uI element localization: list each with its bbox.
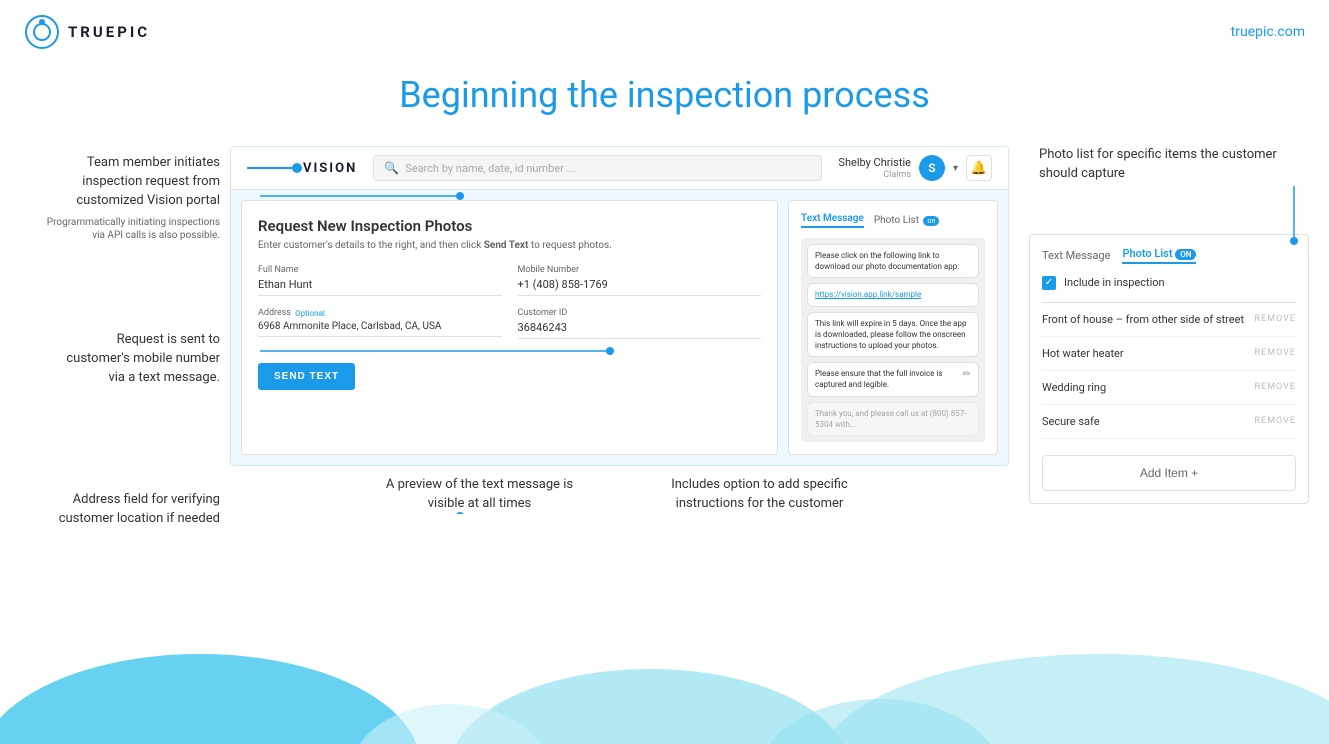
vision-logo-text: VISION (303, 161, 357, 176)
subtitle-before: Enter customer's details to the right, a… (258, 240, 481, 251)
photo-item-4-name: Secure safe (1042, 415, 1100, 428)
annotation1-sub: Programmatically initiating inspections … (35, 216, 220, 242)
photo-list-panel: Text Message Photo List ON ✓ Include in … (1029, 234, 1309, 504)
photo-item-3-name: Wedding ring (1042, 381, 1106, 394)
include-inspection-row[interactable]: ✓ Include in inspection (1042, 276, 1296, 290)
address-label: Address (258, 308, 291, 318)
pl-tab-text-message[interactable]: Text Message (1042, 249, 1110, 262)
photo-list-tabs: Text Message Photo List ON (1042, 247, 1296, 264)
subtitle-bold: Send Text (484, 240, 529, 251)
add-item-button[interactable]: Add Item + (1042, 455, 1296, 491)
full-name-value: Ethan Hunt (258, 278, 502, 296)
left-annotations: Team member initiates inspection request… (20, 146, 230, 626)
photo-item-3-remove[interactable]: REMOVE (1255, 382, 1296, 392)
truepic-logo-icon (24, 14, 60, 50)
form-row-2: Address Optional 6968 Ammonite Place, Ca… (258, 308, 761, 339)
chevron-down-icon: ▾ (953, 163, 958, 174)
photo-item-4-remove[interactable]: REMOVE (1255, 416, 1296, 426)
vision-header: VISION 🔍 Search by name, date, id number… (231, 147, 1008, 190)
include-checkbox[interactable]: ✓ (1042, 276, 1056, 290)
form-title: Request New Inspection Photos (258, 217, 761, 235)
mobile-value: +1 (408) 858-1769 (518, 278, 762, 296)
annotation1-main: Team member initiates inspection request… (35, 154, 220, 211)
inspection-form: Request New Inspection Photos Enter cust… (241, 200, 778, 455)
photo-item-1-name: Front of house – from other side of stre… (1042, 313, 1244, 326)
photo-items-list: Front of house – from other side of stre… (1042, 302, 1296, 439)
right-panel: Photo list for specific items the custom… (1029, 146, 1309, 504)
message-4: Please ensure that the full invoice is c… (807, 362, 979, 396)
bottom-annotation-1-text: Includes option to add specific instruct… (660, 476, 860, 514)
messages-container: Please click on the following link to do… (801, 238, 985, 442)
mobile-label: Mobile Number (518, 265, 762, 275)
right-annotation-arrow (1279, 186, 1309, 246)
form-area: Request New Inspection Photos Enter cust… (231, 190, 1008, 465)
full-name-field: Full Name Ethan Hunt (258, 265, 502, 296)
user-role: Claims (838, 170, 911, 180)
bottom-annotation-1: Includes option to add specific instruct… (660, 476, 860, 514)
photo-item-1: Front of house – from other side of stre… (1042, 303, 1296, 337)
user-area: Shelby Christie Claims S ▾ 🔔 (838, 155, 992, 181)
include-label: Include in inspection (1064, 276, 1165, 289)
logo: TRUEPIC (24, 14, 150, 50)
customer-id-field: Customer ID 36846243 (518, 308, 762, 339)
annotation-address: Address field for verifying customer loc… (55, 491, 220, 529)
address-value: 6968 Ammonite Place, Carlsbad, CA, USA (258, 321, 502, 337)
pl-badge: ON (1175, 249, 1196, 260)
photo-item-2: Hot water heater REMOVE (1042, 337, 1296, 371)
right-annotation: Photo list for specific items the custom… (1029, 146, 1309, 184)
message-4-text: Please ensure that the full invoice is c… (815, 368, 959, 390)
waves-svg (0, 614, 1329, 744)
form-row-1: Full Name Ethan Hunt Mobile Number +1 (4… (258, 265, 761, 296)
bottom-waves (0, 614, 1329, 744)
vision-portal: VISION 🔍 Search by name, date, id number… (230, 146, 1009, 466)
app-header: TRUEPIC truepic.com (0, 0, 1329, 64)
annotation-request-sent: Request is sent to customer's mobile num… (55, 331, 220, 388)
message-1: Please click on the following link to do… (807, 244, 979, 278)
address-field: Address Optional 6968 Ammonite Place, Ca… (258, 308, 502, 339)
preview-tabs: Text Message Photo List on (801, 213, 985, 228)
send-text-button[interactable]: SEND TEXT (258, 363, 355, 390)
customer-id-label: Customer ID (518, 308, 762, 318)
customer-id-value: 36846243 (518, 321, 762, 339)
annotation2-main: Request is sent to customer's mobile num… (55, 331, 220, 388)
vision-logo: VISION (247, 161, 357, 176)
message-3: This link will expire in 5 days. Once th… (807, 312, 979, 358)
site-link[interactable]: truepic.com (1231, 24, 1305, 40)
tab-text-message[interactable]: Text Message (801, 213, 864, 228)
subtitle-after: to request photos. (531, 240, 612, 251)
full-name-label: Full Name (258, 265, 502, 275)
bottom-annotation-2: A preview of the text message is visible… (380, 476, 580, 514)
edit-icon[interactable]: ✏ (963, 368, 971, 382)
photo-item-2-name: Hot water heater (1042, 347, 1124, 360)
annotation3-main: Address field for verifying customer loc… (55, 491, 220, 529)
vision-search[interactable]: 🔍 Search by name, date, id number ... (373, 155, 822, 181)
user-name: Shelby Christie (838, 156, 911, 169)
bottom-annotations: A preview of the text message is visible… (230, 476, 1009, 514)
page-title: Beginning the inspection process (0, 74, 1329, 116)
bottom-annotation-2-text: A preview of the text message is visible… (380, 476, 580, 514)
photo-list-badge: on (923, 216, 939, 226)
pl-tab-photo-list[interactable]: Photo List ON (1122, 247, 1196, 264)
photo-item-2-remove[interactable]: REMOVE (1255, 348, 1296, 358)
photo-item-4: Secure safe REMOVE (1042, 405, 1296, 439)
notification-bell[interactable]: 🔔 (966, 155, 992, 181)
annotation-team-member: Team member initiates inspection request… (35, 154, 220, 242)
photo-item-1-remove[interactable]: REMOVE (1255, 314, 1296, 324)
form-subtitle: Enter customer's details to the right, a… (258, 240, 761, 251)
logo-text: TRUEPIC (68, 23, 150, 41)
message-2: https://vision.app.link/sample (807, 283, 979, 306)
message-5: Thank you, and please call us at (800) 8… (807, 402, 979, 436)
center-mockup: VISION 🔍 Search by name, date, id number… (230, 146, 1009, 514)
search-icon: 🔍 (384, 161, 399, 175)
mobile-field: Mobile Number +1 (408) 858-1769 (518, 265, 762, 296)
tab-photo-list[interactable]: Photo List on (874, 215, 939, 226)
text-preview-panel: Text Message Photo List on Please click … (788, 200, 998, 455)
search-placeholder: Search by name, date, id number ... (405, 162, 575, 175)
user-avatar: S (919, 155, 945, 181)
address-optional: Optional (295, 309, 325, 318)
address-label-row: Address Optional (258, 308, 502, 318)
user-info: Shelby Christie Claims (838, 156, 911, 179)
right-annotation-text: Photo list for specific items the custom… (1029, 146, 1309, 184)
photo-item-3: Wedding ring REMOVE (1042, 371, 1296, 405)
